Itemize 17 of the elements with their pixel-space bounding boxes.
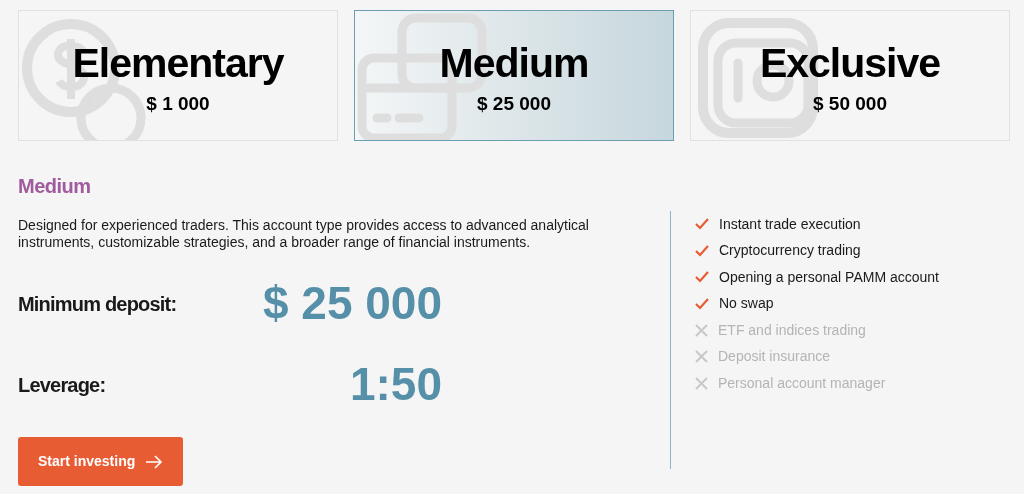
plan-tab[interactable]: Exclusive $ 50 000 (690, 10, 1010, 141)
feature-text: Instant trade execution (719, 214, 861, 234)
plan-title: Medium (18, 174, 92, 199)
feature-text: ETF and indices trading (718, 320, 866, 340)
feature-text: No swap (719, 294, 774, 314)
plan-tab[interactable]: Medium $ 25 000 (354, 10, 674, 141)
feature-text: Personal account manager (718, 373, 886, 393)
plan-description: Designed for experienced traders. This account type provides access to advanced analytical instruments, customizable strategies, and a broader range of financial instruments. (18, 217, 590, 251)
spec-label: Leverage: (18, 372, 106, 398)
spec-value: 1:50 (349, 357, 442, 412)
spec-value: $ 25 000 (262, 276, 442, 331)
arrow-right-icon (145, 454, 164, 469)
feature-text: Opening a personal PAMM account (719, 267, 939, 287)
spec-label: Minimum deposit: (18, 291, 177, 317)
plan-tab[interactable]: Elementary $ 1 000 (18, 10, 338, 141)
feature-text: Cryptocurrency trading (719, 241, 861, 261)
feature-text: Deposit insurance (718, 347, 831, 367)
